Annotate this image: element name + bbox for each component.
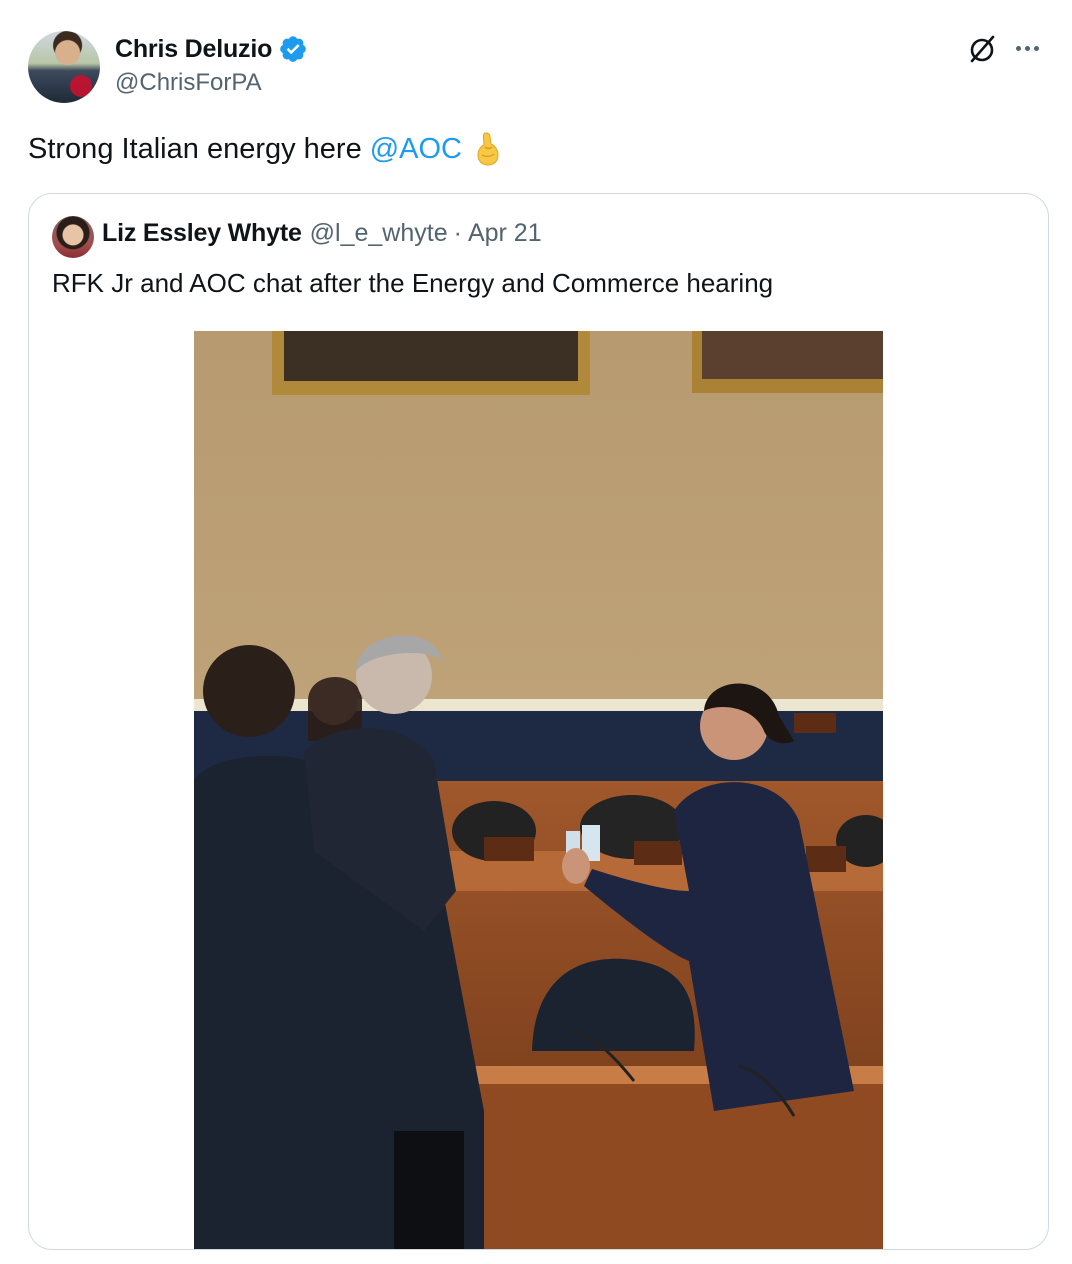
author-avatar[interactable]	[28, 31, 100, 103]
verified-badge-icon	[280, 36, 306, 62]
quoted-handle[interactable]: @l_e_whyte	[310, 219, 448, 248]
tweet-text: Strong Italian energy here	[28, 133, 362, 165]
quoted-author-avatar[interactable]	[52, 216, 94, 258]
author-handle[interactable]: @ChrisForPA	[115, 69, 262, 97]
grok-icon[interactable]	[966, 33, 998, 65]
quoted-photo[interactable]	[194, 331, 883, 1249]
mention-link[interactable]: @AOC	[370, 130, 462, 168]
quoted-date[interactable]: Apr 21	[468, 219, 542, 248]
tweet-card[interactable]: Chris Deluzio @ChrisForPA Strong Italian…	[0, 0, 1072, 1264]
more-options-icon[interactable]	[1016, 38, 1046, 58]
author-display-name[interactable]: Chris Deluzio	[115, 35, 272, 64]
quoted-separator: ·	[453, 219, 462, 247]
pinched-fingers-emoji-icon	[477, 132, 499, 166]
hearing-room-photo-icon	[194, 331, 883, 1249]
quoted-header: Liz Essley Whyte @l_e_whyte · Apr 21	[102, 219, 542, 253]
quoted-display-name[interactable]: Liz Essley Whyte	[102, 219, 302, 248]
author-name-row: Chris Deluzio	[115, 32, 308, 66]
quoted-tweet[interactable]: Liz Essley Whyte @l_e_whyte · Apr 21 RFK…	[28, 193, 1049, 1250]
quoted-text: RFK Jr and AOC chat after the Energy and…	[52, 268, 774, 298]
tweet-body: Strong Italian energy here @AOC	[28, 130, 504, 168]
